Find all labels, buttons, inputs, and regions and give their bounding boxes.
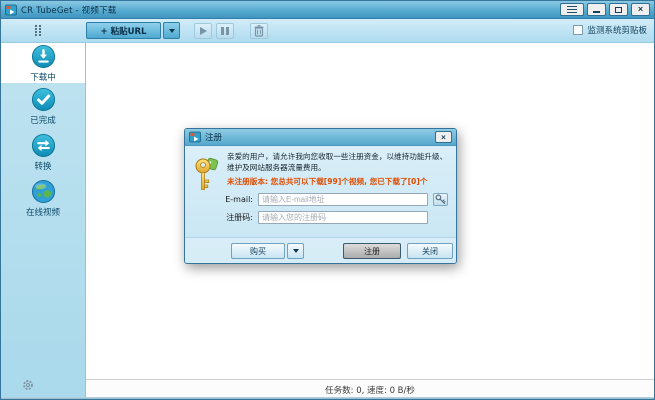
drag-grip-icon[interactable]	[35, 25, 37, 27]
dialog-body: 亲爱的用户，请允许我向您收取一些注册资金，以维持功能升级、维护及网站服务器流量费…	[185, 146, 456, 264]
dialog-warning: 未注册版本: 您总共可以下载[99]个视频, 您已下载了[0]个	[227, 176, 448, 187]
maximize-icon	[615, 7, 622, 13]
sidebar-item-label: 下载中	[30, 71, 56, 83]
window-bottom-frame	[1, 397, 654, 399]
monitor-clipboard-checkbox[interactable]: 监测系统剪贴板	[573, 24, 647, 36]
chevron-down-icon	[293, 249, 299, 253]
convert-icon	[31, 133, 56, 158]
regcode-label: 注册码:	[207, 212, 253, 223]
sidebar: 下载中 已完成	[1, 43, 86, 399]
sidebar-item-label: 已完成	[30, 114, 56, 126]
regcode-row: 注册码:	[207, 211, 448, 224]
sidebar-item-online-video[interactable]: 在线视频	[1, 175, 85, 221]
close-icon: ×	[638, 5, 643, 14]
play-icon	[200, 27, 207, 35]
dialog-close-action-button[interactable]: 关闭	[407, 243, 453, 259]
minimize-icon	[593, 11, 600, 13]
dialog-icon	[189, 131, 201, 143]
maximize-button[interactable]	[609, 3, 628, 16]
window-title: CR TubeGet - 视频下载	[21, 4, 116, 16]
sidebar-item-label: 转换	[34, 160, 51, 172]
start-download-button[interactable]	[194, 23, 212, 39]
dialog-message: 亲爱的用户，请允许我向您收取一些注册资金，以维持功能升级、维护及网站服务器流量费…	[227, 152, 448, 173]
window-controls: ×	[560, 3, 650, 16]
check-icon	[31, 87, 56, 112]
buy-dropdown-button[interactable]	[287, 243, 304, 259]
dialog-text-block: 亲爱的用户，请允许我向您收取一些注册资金，以维持功能升级、维护及网站服务器流量费…	[227, 152, 448, 187]
monitor-clipboard-label: 监测系统剪贴板	[587, 24, 647, 36]
app-window: CR TubeGet - 视频下载 × + 粘贴URL	[0, 0, 655, 400]
dialog-titlebar: 注册 ×	[185, 129, 456, 146]
sidebar-item-completed[interactable]: 已完成	[1, 83, 85, 129]
checkbox-icon	[573, 25, 583, 35]
main-menu-button[interactable]	[560, 3, 584, 16]
settings-gear-icon[interactable]	[22, 379, 34, 393]
sidebar-item-label: 在线视频	[26, 206, 60, 218]
delete-task-button[interactable]	[250, 23, 268, 39]
dialog-close-button[interactable]: ×	[435, 131, 452, 143]
close-icon: ×	[441, 133, 446, 142]
dialog-footer: 购买 注册 关闭	[185, 237, 456, 264]
email-row: E-mail:	[207, 193, 448, 206]
minimize-button[interactable]	[587, 3, 606, 16]
download-icon	[31, 44, 56, 69]
register-key-icon	[194, 156, 221, 194]
app-icon	[5, 4, 17, 16]
email-field[interactable]	[258, 193, 428, 206]
dialog-title: 注册	[205, 131, 222, 143]
statusbar: 任务数: 0, 速度: 0 B/秒	[86, 379, 654, 399]
globe-icon	[31, 179, 56, 204]
chevron-down-icon	[169, 29, 175, 33]
trash-icon	[254, 25, 264, 37]
pause-download-button[interactable]	[216, 23, 234, 39]
statusbar-text: 任务数: 0, 速度: 0 B/秒	[325, 384, 415, 396]
menu-icon	[567, 6, 577, 13]
small-key-icon	[435, 194, 446, 205]
paste-url-button[interactable]: + 粘贴URL	[86, 22, 161, 39]
register-dialog: 注册 × 亲爱的用户，请允许我向您收取一些注册资金，以维持功能升级、维护及网站服…	[184, 128, 457, 264]
email-label: E-mail:	[207, 195, 253, 204]
paste-url-dropdown-button[interactable]	[163, 22, 180, 39]
paste-url-group: + 粘贴URL	[86, 22, 180, 39]
regcode-field[interactable]	[258, 211, 428, 224]
close-button[interactable]: ×	[631, 3, 650, 16]
dialog-form: E-mail: 注册码:	[207, 193, 448, 224]
register-button[interactable]: 注册	[343, 243, 401, 259]
sidebar-item-convert[interactable]: 转换	[1, 129, 85, 175]
get-code-button[interactable]	[433, 193, 448, 206]
pause-icon	[221, 27, 229, 35]
titlebar: CR TubeGet - 视频下载 ×	[1, 1, 654, 19]
sidebar-item-downloading[interactable]: 下载中	[1, 43, 85, 83]
toolbar: + 粘贴URL 监测系统剪贴板	[1, 19, 654, 43]
buy-button[interactable]: 购买	[231, 243, 285, 259]
